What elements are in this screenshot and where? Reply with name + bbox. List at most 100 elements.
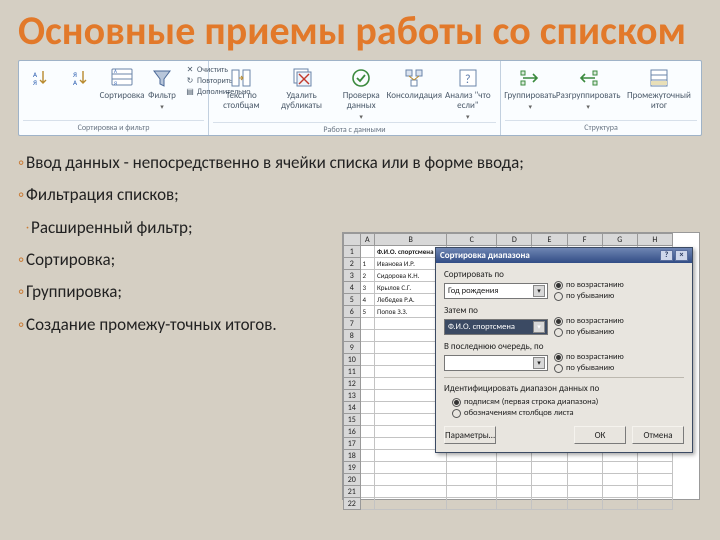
cell[interactable] bbox=[360, 474, 374, 486]
row-header[interactable]: 15 bbox=[344, 414, 361, 426]
cell[interactable] bbox=[532, 462, 567, 474]
row-header[interactable]: 10 bbox=[344, 354, 361, 366]
row-header[interactable]: 21 bbox=[344, 486, 361, 498]
cell[interactable] bbox=[637, 498, 672, 510]
cell[interactable] bbox=[447, 462, 497, 474]
row-header[interactable]: 2 bbox=[344, 258, 361, 270]
column-header[interactable]: F bbox=[567, 234, 602, 246]
cell[interactable] bbox=[360, 318, 374, 330]
consolidate-button[interactable]: Консолидация bbox=[391, 65, 438, 103]
sort3-asc-radio[interactable]: по возрастанию bbox=[554, 352, 624, 362]
row-header[interactable]: 7 bbox=[344, 318, 361, 330]
row-header[interactable]: 11 bbox=[344, 366, 361, 378]
cell[interactable]: 2 bbox=[360, 270, 374, 282]
cell[interactable] bbox=[447, 498, 497, 510]
cell[interactable] bbox=[447, 474, 497, 486]
cell[interactable] bbox=[360, 462, 374, 474]
cell[interactable] bbox=[360, 378, 374, 390]
chevron-down-icon[interactable]: ▾ bbox=[533, 321, 545, 333]
row-header[interactable]: 3 bbox=[344, 270, 361, 282]
sort-by-combo[interactable]: Год рождения ▾ bbox=[444, 283, 548, 299]
cell[interactable] bbox=[360, 366, 374, 378]
column-header[interactable]: D bbox=[497, 234, 532, 246]
sort3-desc-radio[interactable]: по убыванию bbox=[554, 363, 624, 373]
row-header[interactable]: 20 bbox=[344, 474, 361, 486]
data-validation-button[interactable]: Проверка данных ▾ bbox=[333, 65, 389, 122]
cell[interactable] bbox=[602, 486, 637, 498]
cell[interactable] bbox=[360, 486, 374, 498]
cell[interactable] bbox=[360, 450, 374, 462]
cell[interactable] bbox=[360, 342, 374, 354]
cell[interactable] bbox=[360, 354, 374, 366]
sort-za-button[interactable]: ЯA bbox=[63, 65, 101, 91]
cell[interactable]: 4 bbox=[360, 294, 374, 306]
sort1-asc-radio[interactable]: по возрастанию bbox=[554, 280, 624, 290]
cell[interactable]: 5 bbox=[360, 306, 374, 318]
row-header[interactable]: 17 bbox=[344, 438, 361, 450]
whatif-analysis-button[interactable]: ? Анализ "что если" ▾ bbox=[440, 65, 496, 122]
cancel-button[interactable]: Отмена bbox=[632, 426, 684, 444]
row-header[interactable]: 4 bbox=[344, 282, 361, 294]
cell[interactable] bbox=[602, 474, 637, 486]
cell[interactable] bbox=[532, 486, 567, 498]
params-button[interactable]: Параметры… bbox=[444, 426, 496, 444]
then-by-combo[interactable]: Ф.И.О. спортсмена ▾ bbox=[444, 319, 548, 335]
column-header[interactable]: E bbox=[532, 234, 567, 246]
cell[interactable] bbox=[360, 246, 374, 258]
cell[interactable] bbox=[375, 486, 447, 498]
cell[interactable] bbox=[637, 486, 672, 498]
cell[interactable] bbox=[532, 474, 567, 486]
group-button[interactable]: Группировать ▾ bbox=[505, 65, 556, 113]
row-header[interactable]: 1 bbox=[344, 246, 361, 258]
cell[interactable] bbox=[360, 414, 374, 426]
cell[interactable] bbox=[375, 462, 447, 474]
cell[interactable] bbox=[602, 462, 637, 474]
remove-duplicates-button[interactable]: Удалить дубликаты bbox=[272, 65, 332, 113]
ident-columns-radio[interactable]: обозначениям столбцов листа bbox=[452, 408, 684, 418]
cell[interactable] bbox=[567, 462, 602, 474]
row-header[interactable]: 6 bbox=[344, 306, 361, 318]
text-to-columns-button[interactable]: Текст по столбцам bbox=[213, 65, 270, 113]
cell[interactable] bbox=[497, 498, 532, 510]
filter-button[interactable]: Фильтр ▾ bbox=[143, 65, 181, 113]
row-header[interactable]: 13 bbox=[344, 390, 361, 402]
column-header[interactable]: H bbox=[637, 234, 672, 246]
sort2-asc-radio[interactable]: по возрастанию bbox=[554, 316, 624, 326]
sort2-desc-radio[interactable]: по убыванию bbox=[554, 327, 624, 337]
cell[interactable] bbox=[375, 498, 447, 510]
cell[interactable] bbox=[567, 498, 602, 510]
cell[interactable] bbox=[447, 486, 497, 498]
row-header[interactable]: 18 bbox=[344, 450, 361, 462]
cell[interactable] bbox=[532, 498, 567, 510]
column-header[interactable]: B bbox=[375, 234, 447, 246]
cell[interactable] bbox=[567, 474, 602, 486]
cell[interactable] bbox=[375, 474, 447, 486]
cell[interactable] bbox=[567, 486, 602, 498]
column-header[interactable]: C bbox=[447, 234, 497, 246]
row-header[interactable]: 22 bbox=[344, 498, 361, 510]
cell[interactable] bbox=[497, 462, 532, 474]
row-header[interactable]: 16 bbox=[344, 426, 361, 438]
cell[interactable] bbox=[637, 474, 672, 486]
dialog-help-button[interactable]: ? bbox=[660, 250, 673, 261]
cell[interactable] bbox=[497, 486, 532, 498]
row-header[interactable]: 19 bbox=[344, 462, 361, 474]
cell[interactable] bbox=[637, 462, 672, 474]
ident-captions-radio[interactable]: подписям (первая строка диапазона) bbox=[452, 397, 684, 407]
chevron-down-icon[interactable]: ▾ bbox=[533, 357, 545, 369]
cell[interactable] bbox=[602, 498, 637, 510]
ungroup-button[interactable]: Разгруппировать ▾ bbox=[558, 65, 619, 113]
column-header[interactable]: A bbox=[360, 234, 374, 246]
sort-button[interactable]: AЯ Сортировка bbox=[103, 65, 141, 103]
cell[interactable] bbox=[360, 330, 374, 342]
row-header[interactable]: 5 bbox=[344, 294, 361, 306]
row-header[interactable]: 12 bbox=[344, 378, 361, 390]
ok-button[interactable]: ОК bbox=[574, 426, 626, 444]
cell[interactable] bbox=[360, 498, 374, 510]
sort-az-button[interactable]: AЯ bbox=[23, 65, 61, 91]
dialog-close-button[interactable]: × bbox=[675, 250, 688, 261]
sort1-desc-radio[interactable]: по убыванию bbox=[554, 291, 624, 301]
subtotal-button[interactable]: Промежуточный итог bbox=[621, 65, 697, 113]
chevron-down-icon[interactable]: ▾ bbox=[533, 285, 545, 297]
cell[interactable] bbox=[497, 474, 532, 486]
